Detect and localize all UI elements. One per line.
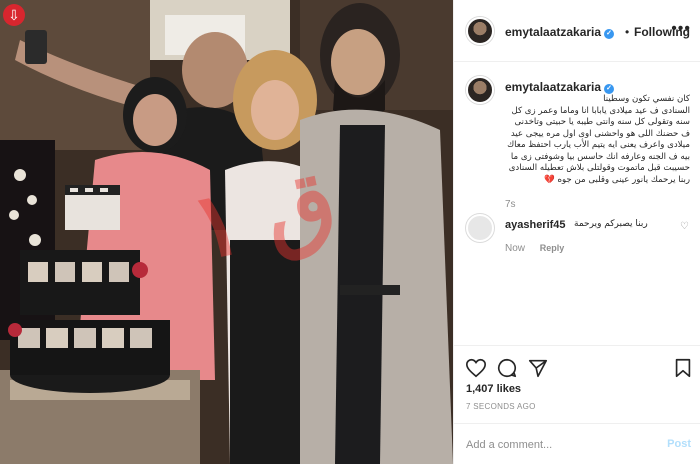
ellipsis-icon[interactable]: ••• [671, 20, 691, 38]
comment-avatar[interactable] [466, 214, 494, 242]
caption-line: بيه ف الجنه وعارفه انك حاسس بيا وشوفتى ز… [510, 151, 690, 162]
caption-line: ميلادى واعرف يعنى ايه يتيم الأب يارب احت… [507, 140, 690, 150]
caption-line: ف حضنك اللى هو واحشنى اوى اول مره ييجى ع… [510, 128, 690, 139]
post-photo[interactable]: ق ١ ⇩ [0, 0, 453, 464]
comment-like-heart-icon[interactable]: ♡ [680, 221, 689, 232]
caption-timestamp[interactable]: 7s [505, 199, 516, 210]
caption-line: سنه وتقولى كل سنه وانتى طيبه يا حبيتى وت… [514, 117, 691, 127]
down-arrow-icon[interactable]: ⇩ [3, 4, 25, 26]
caption-line: حسيبت قبل ماتموت وقولتلى بلاش تعطيله الس… [508, 163, 690, 173]
post-button[interactable]: Post [667, 438, 691, 450]
avatar[interactable] [466, 17, 494, 45]
comment-text: ربنا يصبركم ويرحمة [574, 219, 648, 229]
caption-line: كان نفسي تكون وسطينا [603, 94, 690, 104]
caption-and-comments: emytalaatzakaria ✓ كان نفسي تكون وسطينا ا… [454, 62, 700, 345]
caption-username[interactable]: emytalaatzakaria ✓ [505, 80, 615, 94]
comment-username[interactable]: ayasherif45 [505, 219, 566, 231]
verified-badge-icon: ✓ [604, 84, 615, 94]
post-header: emytalaatzakaria ✓ • Following ••• [454, 0, 700, 62]
heart-icon[interactable] [465, 357, 487, 379]
comment-icon[interactable] [496, 357, 518, 379]
separator-dot: • [625, 25, 630, 39]
caption-line: السنادى ف عيد ميلادى يابابا انا وماما وع… [511, 105, 690, 116]
post-sidebar: emytalaatzakaria ✓ • Following ••• emytal… [453, 0, 700, 464]
comment-meta: Now Reply [505, 243, 576, 254]
comment-input[interactable] [466, 436, 646, 454]
photo-illustration: ق ١ [0, 0, 453, 464]
add-comment-bar: Post [454, 423, 700, 464]
caption-line: ربنا يرحمك يانور عينى وقلبى من جوه 💔 [544, 174, 690, 185]
caption-text: كان نفسي تكون وسطينا السنادى ف عيد ميلاد… [464, 94, 690, 186]
likes-count[interactable]: 1,407 likes [466, 383, 521, 395]
reply-button[interactable]: Reply [540, 243, 565, 253]
header-username[interactable]: emytalaatzakaria ✓ [505, 25, 615, 39]
post-timestamp[interactable]: 7 SECONDS AGO [466, 402, 536, 411]
share-icon[interactable] [527, 357, 549, 379]
post-actions: 1,407 likes 7 SECONDS AGO [454, 345, 700, 423]
comment-timestamp[interactable]: Now [505, 243, 525, 254]
verified-badge-icon: ✓ [604, 29, 615, 39]
bookmark-icon[interactable] [672, 357, 694, 379]
